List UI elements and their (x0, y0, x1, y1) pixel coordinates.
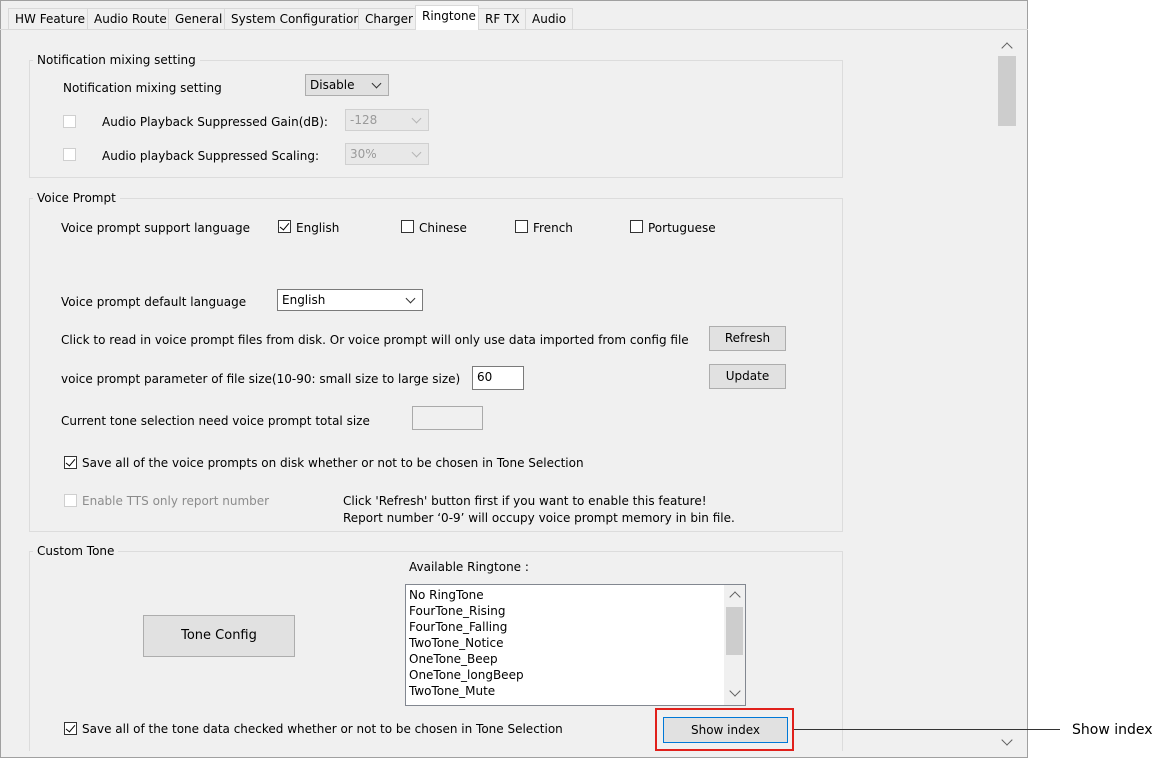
notification-group-title: Notification mixing setting (33, 53, 200, 67)
tab-general[interactable]: General (168, 8, 225, 29)
default-language-label: Voice prompt default language (61, 295, 247, 309)
suppressed-scaling-select[interactable]: 30% (345, 143, 429, 165)
language-french-label: French (533, 221, 573, 235)
custom-tone-group-title: Custom Tone (33, 544, 119, 558)
language-english-label: English (296, 221, 340, 235)
suppressed-scaling-value: 30% (350, 147, 377, 161)
tab-charger[interactable]: Charger (358, 8, 416, 29)
total-size-field (412, 406, 483, 430)
list-item[interactable]: TwoTone_Notice (409, 635, 727, 651)
save-voice-prompts-label: Save all of the voice prompts on disk wh… (82, 456, 584, 470)
language-french-checkbox[interactable] (515, 220, 528, 233)
save-tone-data-label: Save all of the tone data checked whethe… (82, 722, 563, 736)
language-chinese-checkbox[interactable] (401, 220, 414, 233)
file-size-input[interactable]: 60 (472, 366, 524, 390)
list-item[interactable]: No RingTone (409, 587, 727, 603)
tab-rf-tx[interactable]: RF TX (478, 8, 526, 29)
ringtone-list-scrollbar[interactable] (724, 585, 745, 705)
suppressed-gain-select[interactable]: -128 (345, 109, 429, 131)
notification-mixing-value: Disable (310, 78, 355, 92)
suppressed-gain-label: Audio Playback Suppressed Gain(dB): (102, 115, 328, 129)
ringtone-list-scroll-thumb[interactable] (726, 607, 743, 655)
chevron-up-icon[interactable] (729, 591, 741, 603)
notification-mixing-select[interactable]: Disable (305, 74, 389, 96)
ringtone-list-items: No RingTone FourTone_Rising FourTone_Fal… (409, 587, 727, 699)
callout-line (794, 729, 1060, 730)
voice-prompt-group-title: Voice Prompt (33, 191, 120, 205)
tab-audio[interactable]: Audio (525, 8, 573, 29)
page-scrollbar[interactable] (996, 36, 1018, 752)
tts-note-line-2: Report number ‘0-9’ will occupy voice pr… (343, 511, 735, 525)
page-scroll-thumb[interactable] (998, 56, 1016, 126)
tab-system-configuration[interactable]: System Configuration (224, 8, 361, 29)
ringtone-listbox[interactable]: No RingTone FourTone_Rising FourTone_Fal… (405, 584, 746, 706)
default-language-value: English (282, 293, 326, 307)
list-item[interactable]: FourTone_Rising (409, 603, 727, 619)
list-item[interactable]: OneTone_longBeep (409, 667, 727, 683)
save-voice-prompts-checkbox[interactable] (64, 456, 77, 469)
tab-ringtone[interactable]: Ringtone (415, 5, 479, 30)
chevron-up-icon[interactable] (1001, 42, 1013, 54)
suppressed-gain-checkbox[interactable] (63, 115, 76, 128)
suppressed-scaling-label: Audio playback Suppressed Scaling: (102, 149, 319, 163)
update-button[interactable]: Update (709, 364, 786, 389)
file-size-label: voice prompt parameter of file size(10-9… (61, 372, 461, 386)
tab-audio-route[interactable]: Audio Route (87, 8, 169, 29)
read-files-text: Click to read in voice prompt files from… (61, 333, 689, 347)
save-tone-data-checkbox[interactable] (64, 722, 77, 735)
chevron-down-icon (371, 78, 382, 89)
available-ringtone-label: Available Ringtone : (409, 560, 529, 574)
enable-tts-label: Enable TTS only report number (82, 494, 270, 508)
refresh-button[interactable]: Refresh (709, 326, 786, 351)
default-language-select[interactable]: English (277, 289, 423, 311)
language-portuguese-label: Portuguese (648, 221, 716, 235)
chevron-down-icon[interactable] (1001, 734, 1013, 746)
enable-tts-checkbox[interactable] (64, 494, 77, 507)
language-english-checkbox[interactable] (278, 220, 291, 233)
list-item[interactable]: TwoTone_Mute (409, 683, 727, 699)
support-language-label: Voice prompt support language (61, 221, 250, 235)
notification-mixing-label: Notification mixing setting (63, 81, 222, 95)
language-chinese-label: Chinese (419, 221, 467, 235)
suppressed-gain-value: -128 (350, 113, 378, 127)
total-size-label: Current tone selection need voice prompt… (61, 414, 370, 428)
list-item[interactable]: OneTone_Beep (409, 651, 727, 667)
tone-config-button[interactable]: Tone Config (143, 615, 295, 657)
suppressed-scaling-checkbox[interactable] (63, 148, 76, 161)
chevron-down-icon (411, 147, 422, 158)
chevron-down-icon[interactable] (729, 685, 741, 697)
chevron-down-icon (405, 293, 416, 304)
tab-hw-feature[interactable]: HW Feature (8, 8, 88, 29)
tts-note-line-1: Click 'Refresh' button first if you want… (343, 494, 707, 508)
language-portuguese-checkbox[interactable] (630, 220, 643, 233)
callout-label: Show index (1072, 722, 1153, 738)
list-item[interactable]: FourTone_Falling (409, 619, 727, 635)
chevron-down-icon (411, 113, 422, 124)
show-index-highlight-box (655, 708, 794, 751)
